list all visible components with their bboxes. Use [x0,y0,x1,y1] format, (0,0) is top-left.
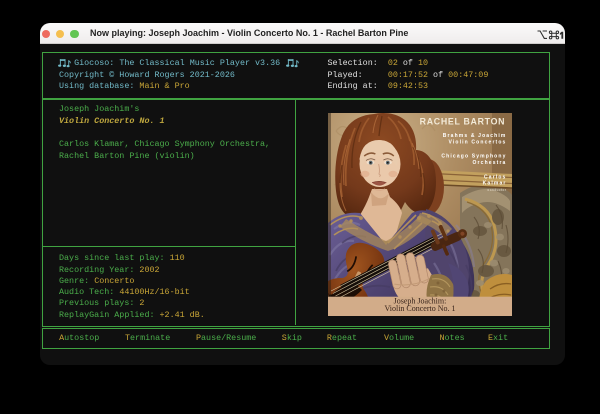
svg-text:Kalmar: Kalmar [483,180,507,186]
svg-text:Chicago Symphony: Chicago Symphony [441,154,506,160]
svg-text:RACHEL BARTON: RACHEL BARTON [420,116,506,126]
svg-text:Violin Concertos: Violin Concertos [448,139,506,145]
svg-text:Violin Concerto No. 1: Violin Concerto No. 1 [384,304,455,313]
svg-text:conductor: conductor [488,188,507,192]
svg-text:Orchestra: Orchestra [473,160,507,166]
svg-text:Brahms & Joachim: Brahms & Joachim [443,133,507,139]
